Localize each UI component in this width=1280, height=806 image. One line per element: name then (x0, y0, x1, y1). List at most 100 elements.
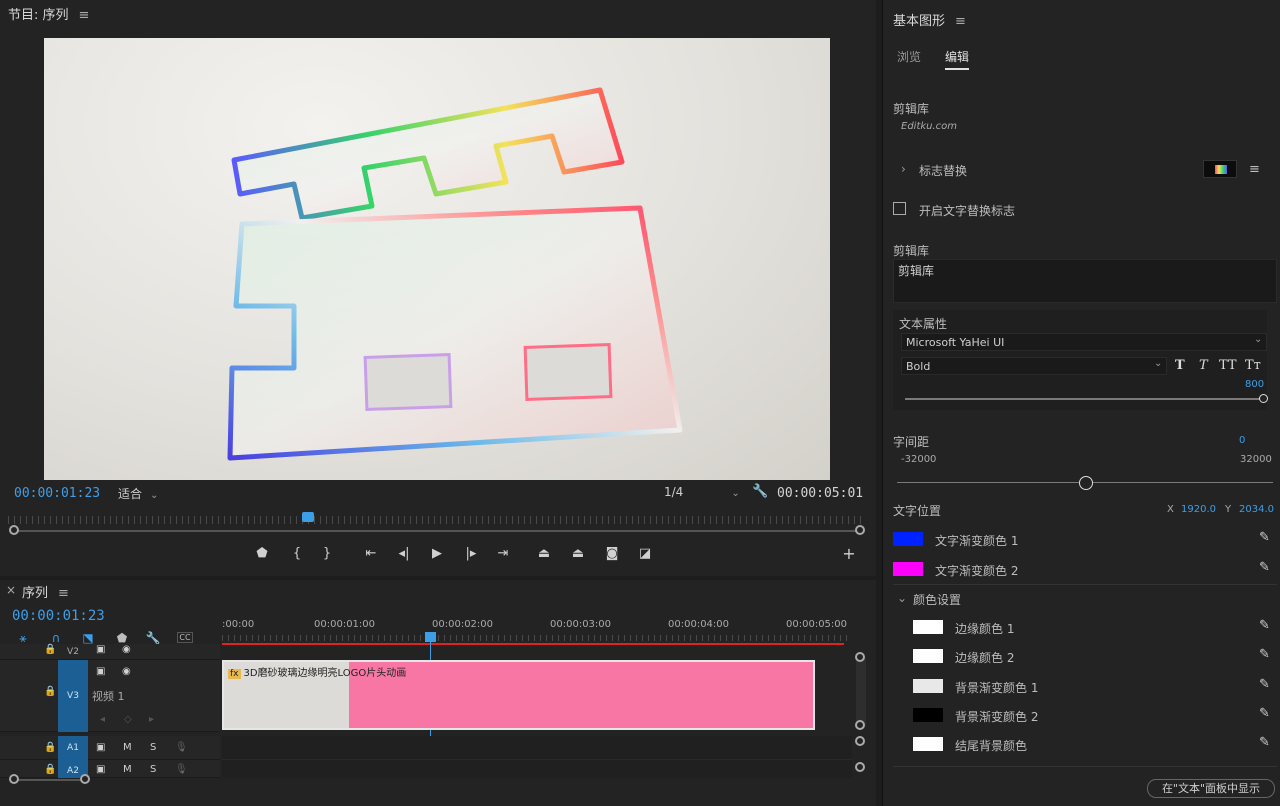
eye-icon[interactable]: ◉ (122, 644, 131, 655)
lift-icon[interactable]: ⏏ (535, 545, 553, 563)
eyedropper-icon[interactable]: ✎ (1259, 560, 1270, 575)
eyedropper-icon[interactable]: ✎ (1259, 530, 1270, 545)
comparison-view-icon[interactable]: ◪ (636, 545, 654, 563)
track-name-a1[interactable]: A1 (58, 736, 88, 760)
zoom-left-handle[interactable] (9, 525, 19, 535)
eyedropper-icon[interactable]: ✎ (1259, 735, 1270, 750)
scroll-handle[interactable] (855, 652, 865, 662)
current-timecode[interactable]: 00:00:01:23 (14, 486, 100, 501)
pos-y-value[interactable]: 2034.0 (1239, 504, 1274, 515)
faux-bold-icon[interactable]: T (1175, 358, 1185, 373)
eyedropper-icon[interactable]: ✎ (1259, 618, 1270, 633)
scroll-handle[interactable] (80, 774, 90, 784)
wrench-icon[interactable]: 🔧 (752, 484, 768, 499)
scroll-handle[interactable] (9, 774, 19, 784)
faux-italic-icon[interactable]: T (1199, 358, 1208, 373)
zoom-right-handle[interactable] (855, 525, 865, 535)
track-name-v3[interactable]: V3 (58, 660, 88, 732)
audio-track-a1-area[interactable] (222, 736, 852, 760)
font-style-dropdown[interactable]: Bold ⌄ (901, 357, 1167, 375)
timeline-timecode[interactable]: 00:00:01:23 (12, 608, 105, 624)
scroll-handle[interactable] (855, 720, 865, 730)
font-size-slider[interactable] (905, 398, 1261, 400)
add-marker-icon[interactable]: ⬟ (253, 545, 271, 563)
collapse-chevron-icon[interactable]: ⌄ (897, 591, 907, 605)
mute-button[interactable]: M (123, 764, 132, 775)
film-icon[interactable]: ▣ (96, 742, 105, 753)
timeline-clip[interactable]: fx 3D磨砂玻璃边缘明亮LOGO片头动画 (222, 660, 815, 730)
gradient-color-1-swatch[interactable] (893, 532, 923, 546)
play-icon[interactable]: ▶ (428, 545, 446, 563)
essential-graphics-title[interactable]: 基本图形 ≡ (893, 10, 966, 29)
panel-menu-icon[interactable]: ≡ (58, 586, 69, 601)
edge-color-1-swatch[interactable] (913, 620, 943, 634)
keyframe-icon[interactable]: ◇ (124, 714, 132, 725)
mark-in-icon[interactable]: { (288, 545, 306, 563)
work-area-bar[interactable] (222, 643, 844, 645)
expand-chevron-icon[interactable]: › (901, 162, 906, 176)
microphone-icon[interactable]: 🎙 (175, 742, 188, 753)
extract-icon[interactable]: ⏏ (569, 545, 587, 563)
step-back-icon[interactable]: ◂| (395, 545, 413, 563)
show-in-text-panel-button[interactable]: 在"文本"面板中显示 (1147, 779, 1275, 798)
add-button-icon[interactable]: + (840, 545, 858, 563)
monitor-time-ruler[interactable] (8, 516, 864, 524)
close-icon[interactable]: × (6, 583, 16, 597)
captions-icon[interactable]: CC (177, 632, 193, 643)
lock-icon[interactable]: 🔒 (44, 644, 56, 655)
font-dropdown[interactable]: Microsoft YaHei UI ⌄ (901, 333, 1267, 351)
timeline-title[interactable]: 序列 ≡ (22, 582, 69, 601)
go-to-in-icon[interactable]: ⇤ (362, 545, 380, 563)
eyedropper-icon[interactable]: ✎ (1259, 706, 1270, 721)
step-forward-icon[interactable]: |▸ (462, 545, 480, 563)
enable-text-replace-checkbox[interactable] (893, 202, 906, 215)
mark-out-icon[interactable]: } (318, 545, 336, 563)
track-name-v2[interactable]: V2 (58, 646, 88, 658)
tracking-value[interactable]: 0 (1239, 435, 1245, 446)
eye-icon[interactable]: ◉ (122, 666, 131, 677)
film-icon[interactable]: ▣ (96, 644, 105, 655)
scroll-handle[interactable] (855, 736, 865, 746)
timeline-h-scrollbar[interactable] (14, 779, 84, 781)
tracking-slider-thumb[interactable] (1079, 476, 1093, 490)
audio-track-a2-area[interactable] (222, 760, 852, 778)
tab-edit[interactable]: 编辑 (945, 48, 970, 70)
end-bg-color-swatch[interactable] (913, 737, 943, 751)
font-size-value[interactable]: 800 (1245, 379, 1264, 390)
playhead-marker[interactable] (302, 512, 314, 522)
gradient-color-2-swatch[interactable] (893, 562, 923, 576)
logo-menu-icon[interactable]: ≡ (1249, 162, 1260, 177)
eyedropper-icon[interactable]: ✎ (1259, 647, 1270, 662)
film-icon[interactable]: ▣ (96, 764, 105, 775)
panel-menu-icon[interactable]: ≡ (79, 8, 90, 23)
bg-gradient-color-2-swatch[interactable] (913, 708, 943, 722)
logo-thumbnail[interactable] (1203, 160, 1237, 178)
bg-gradient-color-1-swatch[interactable] (913, 679, 943, 693)
lock-icon[interactable]: 🔒 (44, 742, 56, 753)
pos-x-value[interactable]: 1920.0 (1181, 504, 1216, 515)
resolution-dropdown[interactable]: 1/4 ⌄ (664, 485, 740, 499)
small-caps-icon[interactable]: Tт (1245, 358, 1261, 373)
lock-icon[interactable]: 🔒 (44, 686, 56, 697)
fit-dropdown[interactable]: 适合 ⌄ (118, 485, 198, 502)
film-icon[interactable]: ▣ (96, 666, 105, 677)
export-frame-camera-icon[interactable]: ◙ (603, 545, 621, 563)
microphone-icon[interactable]: 🎙 (175, 764, 188, 775)
go-to-out-icon[interactable]: ⇥ (494, 545, 512, 563)
solo-button[interactable]: S (150, 764, 156, 775)
edge-color-2-swatch[interactable] (913, 649, 943, 663)
next-keyframe-icon[interactable]: ▸ (149, 714, 154, 725)
eyedropper-icon[interactable]: ✎ (1259, 677, 1270, 692)
mute-button[interactable]: M (123, 742, 132, 753)
scroll-handle[interactable] (855, 762, 865, 772)
monitor-zoom-bar[interactable] (16, 530, 856, 532)
library-text-field[interactable]: 剪辑库 (893, 259, 1277, 303)
all-caps-icon[interactable]: TT (1219, 358, 1237, 373)
solo-button[interactable]: S (150, 742, 156, 753)
video-tracks-scrollbar[interactable] (856, 656, 866, 728)
panel-menu-icon[interactable]: ≡ (955, 14, 966, 29)
tab-browse[interactable]: 浏览 (897, 48, 921, 65)
font-size-slider-thumb[interactable] (1259, 394, 1268, 403)
prev-keyframe-icon[interactable]: ◂ (100, 714, 105, 725)
lock-icon[interactable]: 🔒 (44, 764, 56, 775)
